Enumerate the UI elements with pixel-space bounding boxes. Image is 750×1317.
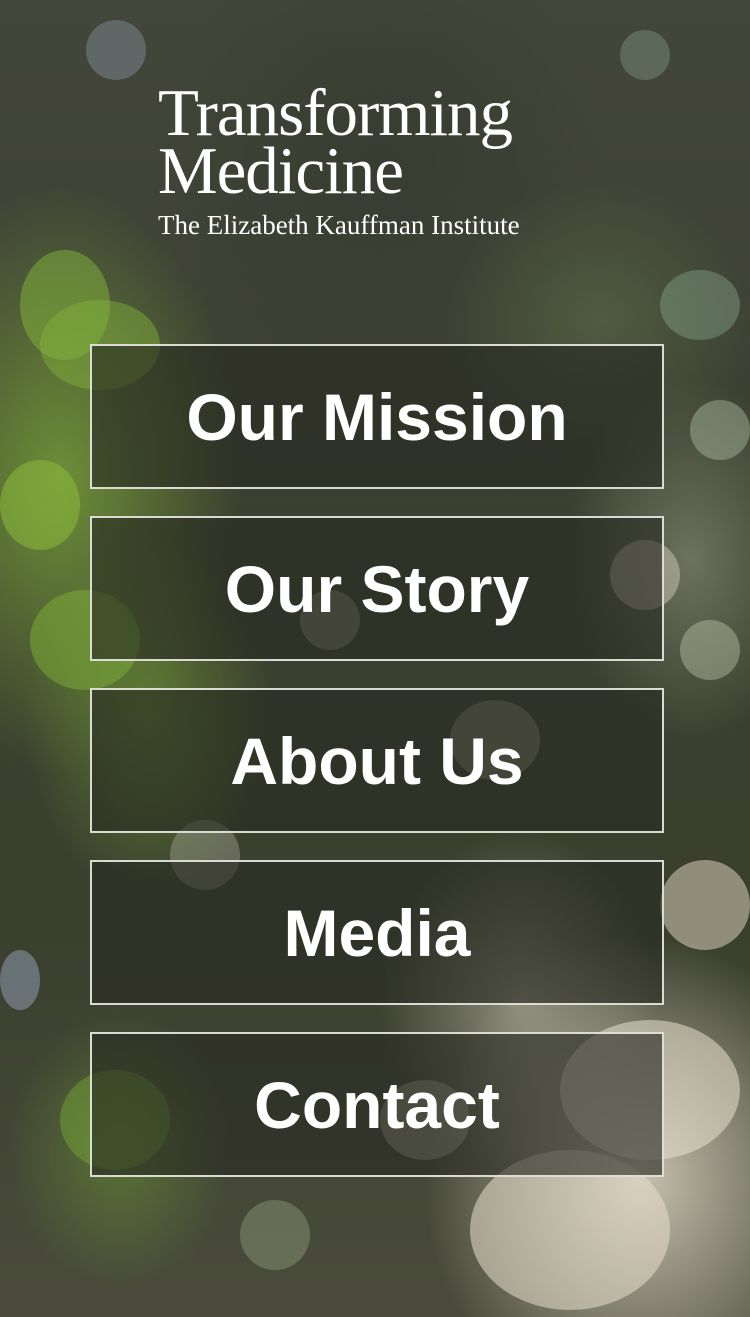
nav-button-label: About Us — [230, 723, 524, 798]
site-logo[interactable]: Transforming Medicine The Elizabeth Kauf… — [158, 80, 628, 241]
nav-button-our-mission[interactable]: Our Mission — [90, 344, 664, 489]
logo-title-line2: Medicine — [158, 134, 404, 208]
nav-button-label: Our Mission — [186, 379, 568, 454]
nav-button-media[interactable]: Media — [90, 860, 664, 1005]
nav-button-about-us[interactable]: About Us — [90, 688, 664, 833]
logo-subtitle: The Elizabeth Kauffman Institute — [158, 210, 520, 240]
main-navigation: Our Mission Our Story About Us Media Con… — [90, 344, 664, 1204]
nav-button-our-story[interactable]: Our Story — [90, 516, 664, 661]
nav-button-label: Contact — [254, 1067, 500, 1142]
nav-button-label: Our Story — [224, 551, 530, 626]
nav-button-contact[interactable]: Contact — [90, 1032, 664, 1177]
nav-button-label: Media — [283, 895, 471, 970]
